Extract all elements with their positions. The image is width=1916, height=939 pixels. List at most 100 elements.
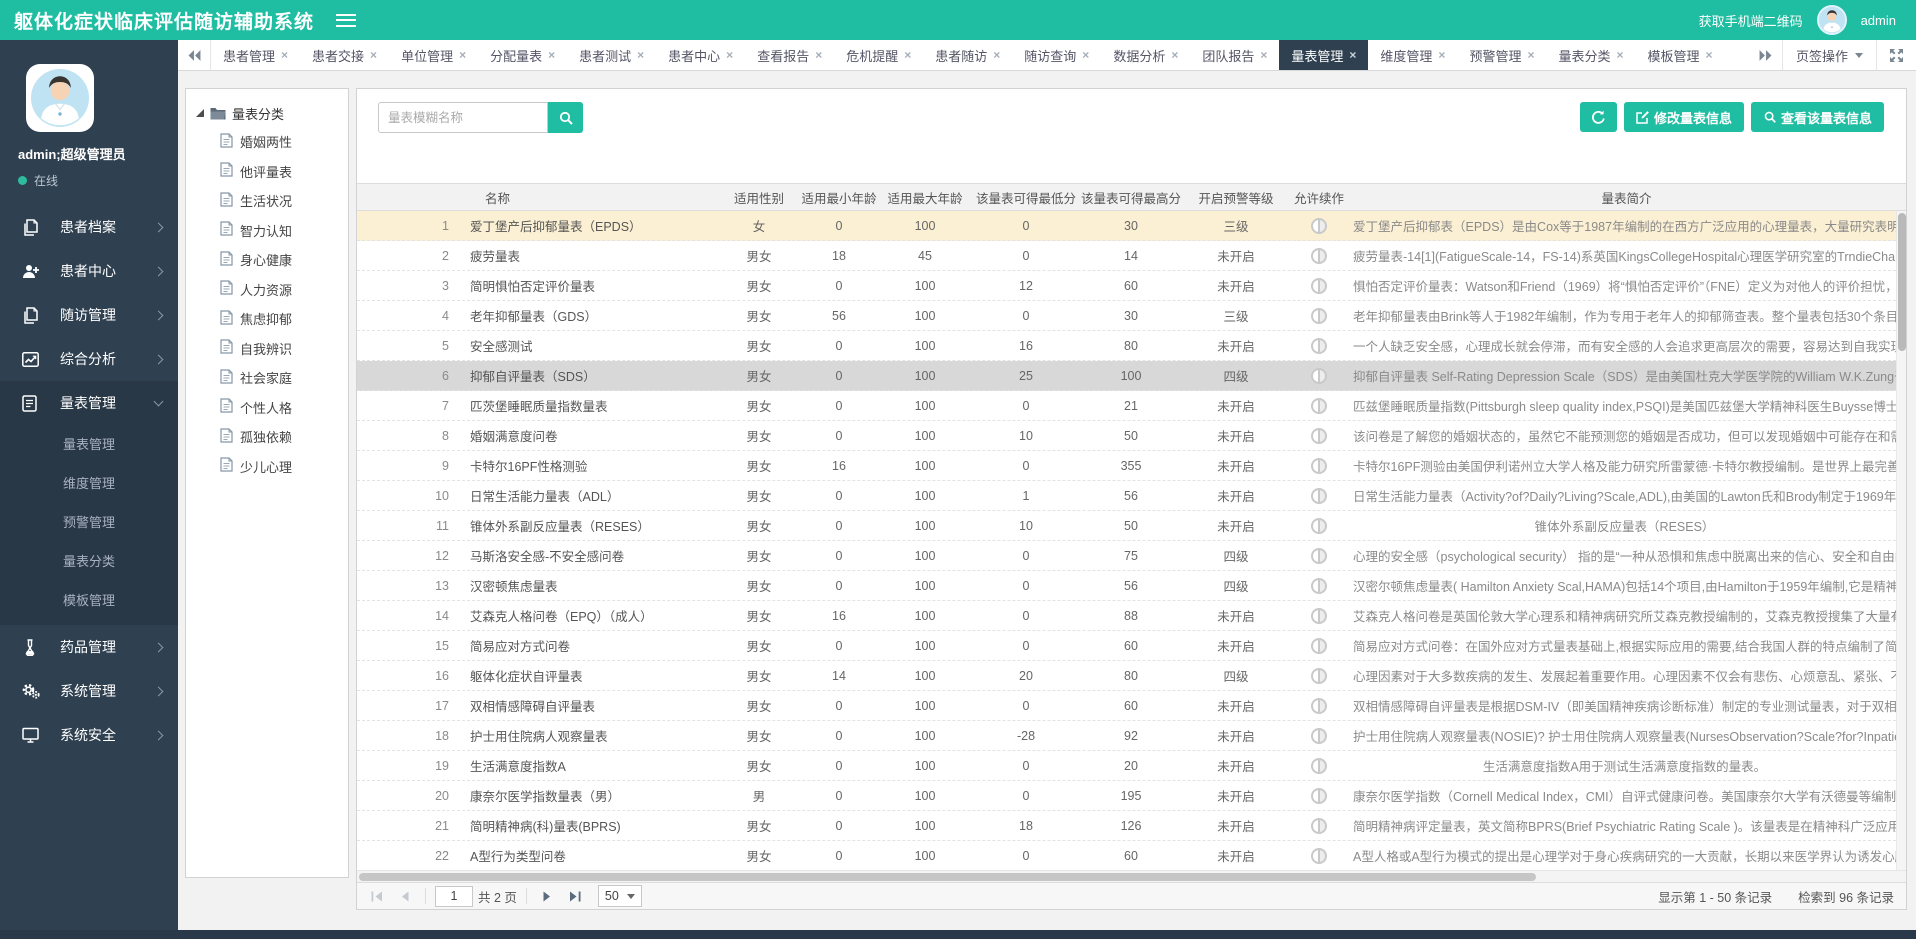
resume-toggle[interactable] — [1311, 578, 1327, 594]
table-row[interactable]: 22A型行为类型问卷男女0100060未开启A型人格或A型行为模式的提出是心理学… — [357, 841, 1906, 870]
tree-item[interactable]: 生活状况 — [196, 186, 348, 216]
column-header[interactable]: 名称 — [457, 188, 719, 207]
resume-toggle[interactable] — [1311, 758, 1327, 774]
tab[interactable]: 维度管理× — [1368, 40, 1457, 70]
tree-item[interactable]: 智力认知 — [196, 216, 348, 246]
sidebar-subitem[interactable]: 量表分类 — [0, 542, 178, 581]
table-row[interactable]: 10日常生活能力量表（ADL）男女0100156未开启日常生活能力量表（Acti… — [357, 481, 1906, 511]
resume-toggle[interactable] — [1311, 608, 1327, 624]
tab-close-icon[interactable]: × — [815, 48, 822, 62]
tab[interactable]: 查看报告× — [745, 40, 834, 70]
tab-close-icon[interactable]: × — [904, 48, 911, 62]
resume-toggle[interactable] — [1311, 788, 1327, 804]
search-button[interactable] — [548, 102, 583, 133]
tab[interactable]: 患者测试× — [567, 40, 656, 70]
table-row[interactable]: 21简明精神病(科)量表(BPRS)男女010018126未开启简明精神病评定量… — [357, 811, 1906, 841]
tree-root-node[interactable]: 量表分类 — [196, 99, 348, 127]
table-row[interactable]: 5安全感测试男女01001680未开启一个人缺乏安全感，心理成长就会停滞，而有安… — [357, 331, 1906, 361]
page-number-input[interactable] — [435, 886, 473, 907]
tab[interactable]: 预警管理× — [1457, 40, 1546, 70]
tabs-scroll-right-icon[interactable] — [1749, 40, 1782, 70]
tab[interactable]: 量表分类× — [1546, 40, 1635, 70]
tab-close-icon[interactable]: × — [726, 48, 733, 62]
last-page-button[interactable] — [564, 885, 587, 907]
table-row[interactable]: 16躯体化症状自评量表男女141002080四级心理因素对于大多数疾病的发生、发… — [357, 661, 1906, 691]
resume-toggle[interactable] — [1311, 218, 1327, 234]
tab-close-icon[interactable]: × — [1616, 48, 1623, 62]
column-header[interactable]: 开启预警等级 — [1181, 188, 1291, 207]
resume-toggle[interactable] — [1311, 428, 1327, 444]
table-row[interactable]: 19生活满意度指数A男女0100020未开启生活满意度指数A用于测试生活满意度指… — [357, 751, 1906, 781]
tab[interactable]: 患者中心× — [656, 40, 745, 70]
sidebar-item[interactable]: 患者档案 — [0, 205, 178, 249]
tab-close-icon[interactable]: × — [1349, 48, 1356, 62]
next-page-button[interactable] — [536, 885, 559, 907]
tab[interactable]: 随访查询× — [1012, 40, 1101, 70]
resume-toggle[interactable] — [1311, 518, 1327, 534]
fullscreen-button[interactable] — [1876, 40, 1916, 70]
resume-toggle[interactable] — [1311, 848, 1327, 864]
tab-close-icon[interactable]: × — [548, 48, 555, 62]
tab-close-icon[interactable]: × — [1171, 48, 1178, 62]
resume-toggle[interactable] — [1311, 488, 1327, 504]
tab[interactable]: 危机提醒× — [834, 40, 923, 70]
column-header[interactable]: 该量表可得最高分 — [1081, 188, 1181, 207]
sidebar-subitem[interactable]: 量表管理 — [0, 425, 178, 464]
view-scale-button[interactable]: 查看该量表信息 — [1751, 102, 1884, 132]
column-header[interactable]: 适用最小年龄 — [799, 188, 879, 207]
tree-item[interactable]: 个性人格 — [196, 393, 348, 423]
sidebar-item[interactable]: 系统安全 — [0, 713, 178, 757]
table-row[interactable]: 7匹茨堡睡眠质量指数量表男女0100021未开启匹兹堡睡眠质量指数(Pittsb… — [357, 391, 1906, 421]
table-row[interactable]: 3简明惧怕否定评价量表男女01001260未开启惧怕否定评价量表：Watson和… — [357, 271, 1906, 301]
tree-item[interactable]: 孤独依赖 — [196, 422, 348, 452]
tree-item[interactable]: 婚姻两性 — [196, 127, 348, 157]
profile-avatar[interactable] — [26, 64, 94, 132]
tab-close-icon[interactable]: × — [1438, 48, 1445, 62]
column-header[interactable]: 允许续作 — [1291, 188, 1347, 207]
sidebar-item[interactable]: 患者中心 — [0, 249, 178, 293]
tab[interactable]: 患者管理× — [211, 40, 300, 70]
page-size-select[interactable]: 50 — [598, 885, 642, 907]
sidebar-item[interactable]: 随访管理 — [0, 293, 178, 337]
tree-item[interactable]: 少儿心理 — [196, 452, 348, 482]
tab[interactable]: 数据分析× — [1101, 40, 1190, 70]
search-input[interactable] — [378, 102, 548, 133]
edit-scale-button[interactable]: 修改量表信息 — [1624, 102, 1744, 132]
table-row[interactable]: 13汉密顿焦虑量表男女0100056四级汉密尔顿焦虑量表( Hamilton A… — [357, 571, 1906, 601]
tab[interactable]: 量表管理× — [1279, 40, 1368, 70]
tree-item[interactable]: 社会家庭 — [196, 363, 348, 393]
tab-close-icon[interactable]: × — [281, 48, 288, 62]
resume-toggle[interactable] — [1311, 278, 1327, 294]
tab-close-icon[interactable]: × — [370, 48, 377, 62]
column-header[interactable]: 适用最大年龄 — [879, 188, 971, 207]
sidebar-subitem[interactable]: 模板管理 — [0, 581, 178, 620]
resume-toggle[interactable] — [1311, 638, 1327, 654]
tab[interactable]: 患者交接× — [300, 40, 389, 70]
table-row[interactable]: 8婚姻满意度问卷男女01001050未开启该问卷是了解您的婚姻状态的，虽然它不能… — [357, 421, 1906, 451]
tree-expander-icon[interactable] — [196, 109, 204, 117]
sidebar-item[interactable]: 系统管理 — [0, 669, 178, 713]
tab[interactable]: 分配量表× — [478, 40, 567, 70]
resume-toggle[interactable] — [1311, 458, 1327, 474]
table-row[interactable]: 17双相情感障碍自评量表男女0100060未开启双相情感障碍自评量表是根据DSM… — [357, 691, 1906, 721]
table-row[interactable]: 11锥体外系副反应量表（RESES）男女01001050未开启锥体外系副反应量表… — [357, 511, 1906, 541]
tab-close-icon[interactable]: × — [1706, 48, 1713, 62]
column-header[interactable]: 适用性别 — [719, 188, 799, 207]
tree-item[interactable]: 他评量表 — [196, 157, 348, 187]
column-header[interactable]: 量表简介 — [1347, 188, 1906, 207]
tab[interactable]: 患者随访× — [923, 40, 1012, 70]
sidebar-subitem[interactable]: 预警管理 — [0, 503, 178, 542]
table-row[interactable]: 14艾森克人格问卷（EPQ）（成人）男女16100088未开启艾森克人格问卷是英… — [357, 601, 1906, 631]
prev-page-button[interactable] — [393, 885, 416, 907]
tab[interactable]: 模板管理× — [1636, 40, 1725, 70]
sidebar-item[interactable]: 药品管理 — [0, 625, 178, 669]
table-row[interactable]: 20康奈尔医学指数量表（男）男01000195未开启康奈尔医学指数（Cornel… — [357, 781, 1906, 811]
resume-toggle[interactable] — [1311, 548, 1327, 564]
resume-toggle[interactable] — [1311, 338, 1327, 354]
tab-close-icon[interactable]: × — [637, 48, 644, 62]
column-header[interactable]: 该量表可得最低分 — [971, 188, 1081, 207]
tree-item[interactable]: 人力资源 — [196, 275, 348, 305]
vertical-scrollbar[interactable] — [1896, 211, 1906, 870]
tree-item[interactable]: 身心健康 — [196, 245, 348, 275]
resume-toggle[interactable] — [1311, 698, 1327, 714]
